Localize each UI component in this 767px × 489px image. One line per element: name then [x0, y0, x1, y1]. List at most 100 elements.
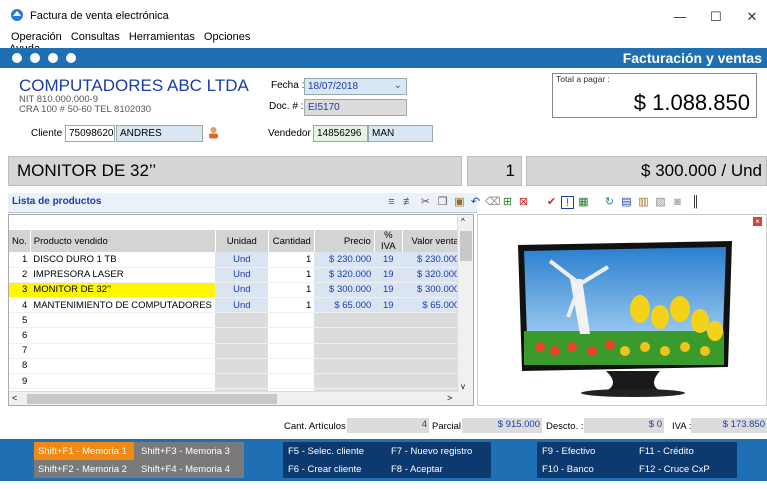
user-icon[interactable] — [208, 126, 219, 139]
undo-icon[interactable]: ↶ — [469, 196, 482, 209]
cell-qty[interactable] — [268, 343, 315, 359]
cell-qty[interactable] — [268, 327, 315, 344]
f9-button[interactable]: F9 - Efectivo — [542, 446, 595, 457]
cell-iva[interactable] — [374, 373, 403, 390]
menu-herramientas[interactable]: Herramientas — [129, 31, 195, 43]
f8-button[interactable]: F8 - Aceptar — [391, 464, 443, 475]
cell-qty[interactable]: 1 — [268, 297, 315, 314]
cell-iva[interactable] — [374, 312, 403, 329]
f6-button[interactable]: F6 - Crear cliente — [288, 464, 361, 475]
cell-no[interactable]: 8 — [9, 358, 31, 375]
cell-unit[interactable] — [215, 312, 269, 329]
cell-total[interactable] — [402, 343, 463, 359]
cell-price[interactable]: $ 65.000 — [314, 297, 375, 314]
memory-1-button[interactable]: Shift+F1 - Memoria 1 — [38, 446, 127, 457]
document-icon[interactable]: ▥ — [637, 196, 650, 209]
table-icon[interactable]: ▦ — [577, 196, 590, 209]
f7-button[interactable]: F7 - Nuevo registro — [391, 446, 472, 457]
cell-unit[interactable] — [215, 373, 269, 390]
table-row[interactable]: 8 — [9, 358, 463, 375]
f11-button[interactable]: F11 - Crédito — [639, 446, 694, 457]
cell-iva[interactable] — [374, 358, 403, 375]
image-icon[interactable]: ▧ — [654, 196, 667, 209]
cell-no[interactable]: 6 — [9, 327, 31, 344]
delete-row-icon[interactable]: ≢ — [402, 196, 415, 209]
cell-price[interactable] — [314, 343, 375, 359]
calc-icon[interactable]: ▤ — [620, 196, 633, 209]
cell-price[interactable] — [314, 327, 375, 344]
cell-iva[interactable]: 19 — [374, 282, 403, 299]
eraser-icon[interactable]: ⌫ — [485, 196, 501, 209]
cell-price[interactable]: $ 230.000 — [314, 252, 375, 268]
cell-unit[interactable]: Und — [215, 252, 269, 268]
close-button[interactable]: ✕ — [737, 6, 767, 28]
maximize-button[interactable]: ☐ — [701, 6, 731, 28]
cell-qty[interactable]: 1 — [268, 252, 315, 268]
memory-3-button[interactable]: Shift+F3 - Memoria 3 — [141, 446, 230, 457]
horizontal-scrollbar[interactable]: < > — [9, 391, 459, 405]
scroll-up-icon[interactable]: ^ — [461, 217, 465, 226]
barcode-icon[interactable]: ║ — [689, 196, 702, 209]
table-row[interactable]: 6 — [9, 327, 463, 344]
cell-name[interactable]: MANTENIMIENTO DE COMPUTADORES — [30, 297, 216, 314]
menu-operacion[interactable]: Operación — [11, 31, 62, 43]
cell-total[interactable]: $ 300.000 — [402, 282, 463, 299]
cell-name[interactable] — [30, 312, 216, 329]
info-icon[interactable]: ! — [561, 196, 574, 209]
cell-unit[interactable]: Und — [215, 267, 269, 283]
table-row[interactable]: 4 MANTENIMIENTO DE COMPUTADORES Und 1 $ 65.0… — [9, 297, 463, 314]
step-dot-4[interactable] — [66, 53, 76, 63]
table-row[interactable]: 1 DISCO DURO 1 TB Und 1 $ 230.000 19 $ 230.000 — [9, 252, 463, 268]
cell-iva[interactable]: 19 — [374, 267, 403, 283]
cell-price[interactable] — [314, 358, 375, 375]
memory-2-button[interactable]: Shift+F2 - Memoria 2 — [38, 464, 127, 475]
step-dot-1[interactable] — [12, 53, 22, 63]
cell-name[interactable]: IMPRESORA LASER — [30, 267, 216, 283]
tab-lista-productos[interactable]: Lista de productos — [12, 196, 101, 207]
menu-opciones[interactable]: Opciones — [204, 31, 250, 43]
grid-icon[interactable]: ⊞ — [501, 196, 514, 209]
cell-no[interactable]: 9 — [9, 373, 31, 390]
vendedor-id-field[interactable]: 14856296 — [313, 125, 368, 142]
cell-name[interactable] — [30, 327, 216, 344]
cell-unit[interactable] — [215, 358, 269, 375]
cell-iva[interactable]: 19 — [374, 252, 403, 268]
cell-qty[interactable]: 1 — [268, 282, 315, 299]
cell-name[interactable]: DISCO DURO 1 TB — [30, 252, 216, 268]
vertical-scrollbar[interactable]: ^ v — [457, 215, 473, 405]
cell-price[interactable] — [314, 373, 375, 390]
cell-iva[interactable]: 19 — [374, 297, 403, 314]
scroll-thumb[interactable] — [460, 231, 472, 261]
cell-total[interactable] — [402, 312, 463, 329]
f5-button[interactable]: F5 - Selec. cliente — [288, 446, 364, 457]
cell-unit[interactable]: Und — [215, 297, 269, 314]
check-icon[interactable]: ✔ — [545, 196, 558, 209]
cell-total[interactable] — [402, 327, 463, 344]
cell-unit[interactable] — [215, 327, 269, 344]
cell-price[interactable] — [314, 312, 375, 329]
table-row[interactable]: 3 MONITOR DE 32’’ Und 1 $ 300.000 19 $ 300.000 — [9, 282, 463, 299]
cell-total[interactable] — [402, 358, 463, 375]
cut-icon[interactable]: ✂ — [419, 196, 432, 209]
close-image-icon[interactable]: × — [753, 217, 762, 226]
cell-iva[interactable] — [374, 327, 403, 344]
copy-icon[interactable]: ❐ — [436, 196, 449, 209]
f12-button[interactable]: F12 - Cruce CxP — [639, 464, 710, 475]
cell-qty[interactable]: 1 — [268, 267, 315, 283]
menu-consultas[interactable]: Consultas — [71, 31, 120, 43]
minimize-button[interactable]: — — [665, 6, 695, 28]
cell-total[interactable]: $ 65.000 — [402, 297, 463, 314]
cell-no[interactable]: 1 — [9, 252, 31, 268]
camera-icon[interactable]: ◙ — [671, 196, 684, 209]
cell-name[interactable] — [30, 358, 216, 375]
cell-price[interactable]: $ 320.000 — [314, 267, 375, 283]
refresh-icon[interactable]: ↻ — [603, 196, 616, 209]
cell-total[interactable]: $ 230.000 — [402, 252, 463, 268]
paste-icon[interactable]: ▣ — [453, 196, 466, 209]
cell-iva[interactable] — [374, 343, 403, 359]
cell-qty[interactable] — [268, 312, 315, 329]
cell-price[interactable]: $ 300.000 — [314, 282, 375, 299]
f10-button[interactable]: F10 - Banco — [542, 464, 594, 475]
step-dot-3[interactable] — [48, 53, 58, 63]
cell-no[interactable]: 4 — [9, 297, 31, 314]
